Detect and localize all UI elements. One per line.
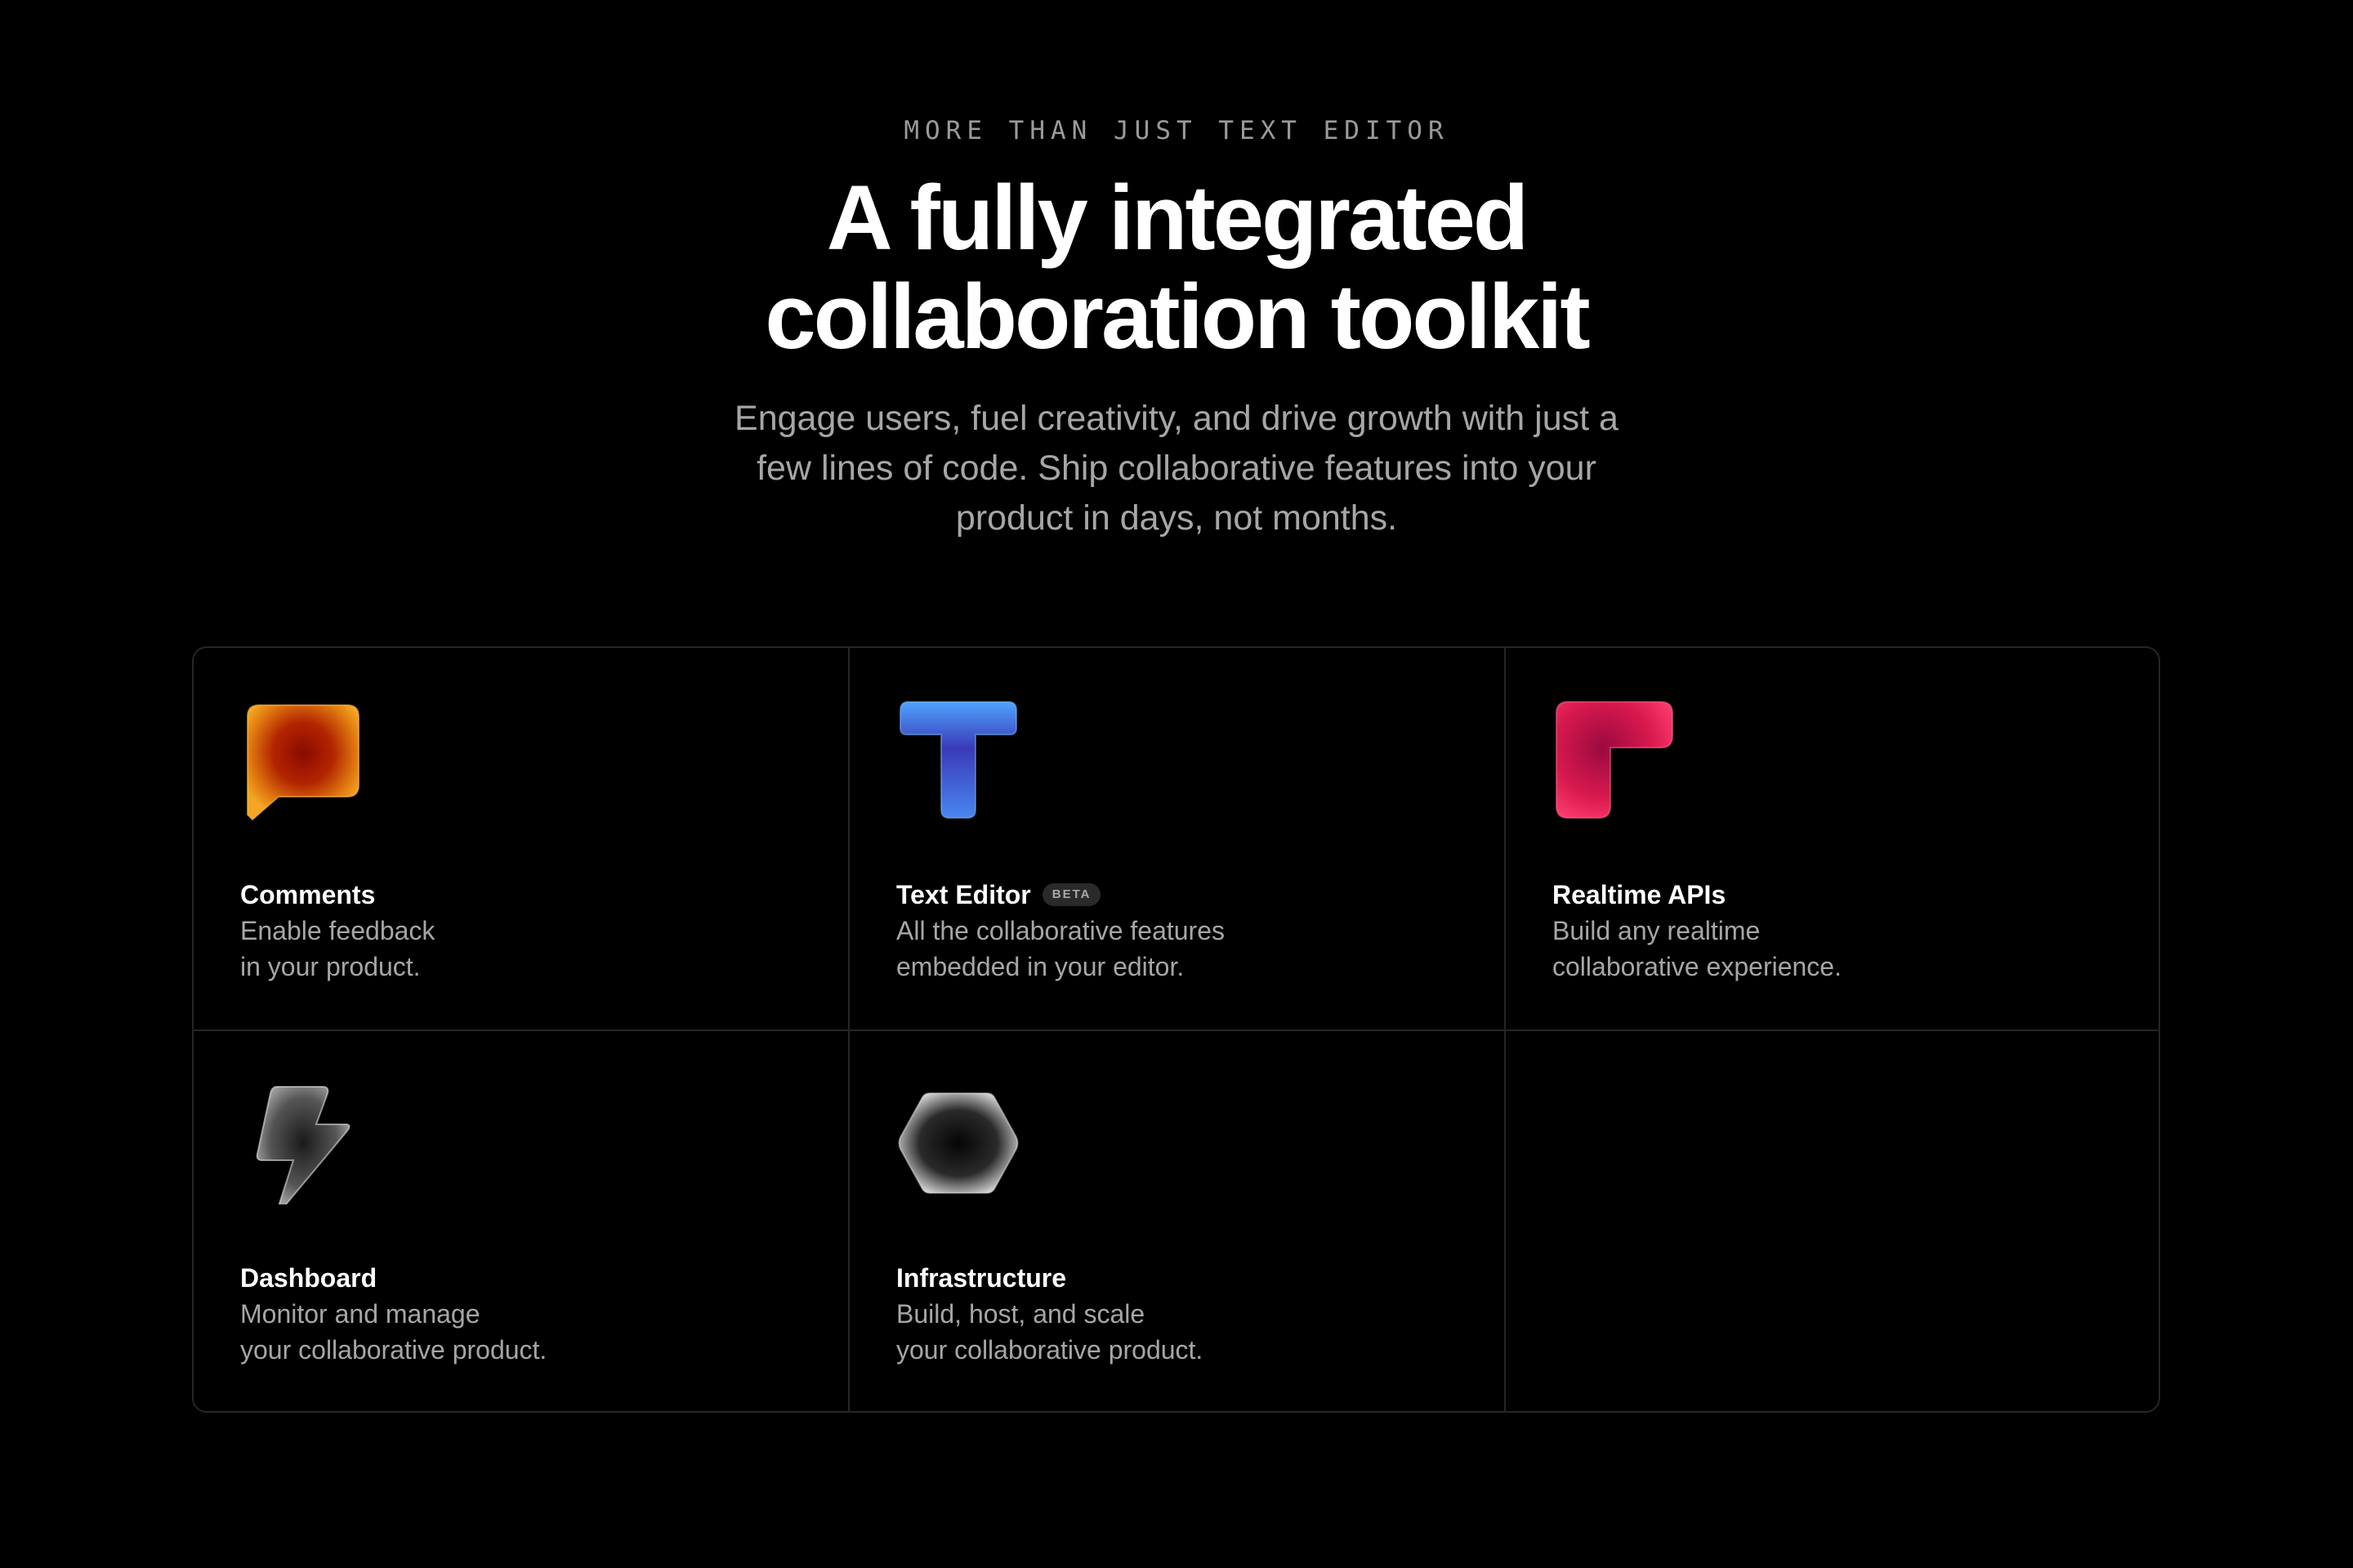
feature-card-text: Text Editor BETA All the collaborative f… [896, 877, 1468, 985]
hexagon-icon [897, 1082, 1020, 1204]
feature-card-text: Infrastructure Build, host, and scale yo… [896, 1260, 1468, 1368]
feature-title-text: Infrastructure [896, 1263, 1067, 1293]
feature-description-line-2: your collaborative product. [896, 1335, 1203, 1365]
page-subtitle-line-1: Engage users, fuel creativity, and drive… [734, 399, 1619, 438]
corner-bracket-icon [1553, 699, 1676, 821]
feature-title: Text Editor BETA [896, 877, 1468, 913]
feature-description-line-2: collaborative experience. [1552, 952, 1842, 981]
feature-description-line-1: Monitor and manage [240, 1299, 480, 1329]
feature-card-text-editor[interactable]: Text Editor BETA All the collaborative f… [850, 648, 1506, 1031]
lightning-bolt-icon [241, 1082, 364, 1204]
speech-bubble-icon [241, 699, 364, 821]
page-subtitle-line-2: few lines of code. Ship collaborative fe… [757, 449, 1596, 488]
feature-title-text: Realtime APIs [1552, 880, 1726, 909]
feature-description: Build, host, and scale your collaborativ… [896, 1296, 1468, 1368]
feature-card-text: Dashboard Monitor and manage your collab… [240, 1260, 812, 1368]
feature-description-line-1: All the collaborative features [896, 916, 1225, 945]
feature-card-infrastructure[interactable]: Infrastructure Build, host, and scale yo… [850, 1031, 1506, 1411]
feature-description: Build any realtime collaborative experie… [1552, 913, 2124, 985]
feature-card-dashboard[interactable]: Dashboard Monitor and manage your collab… [194, 1031, 850, 1411]
feature-title-text: Comments [240, 880, 376, 909]
feature-description: Monitor and manage your collaborative pr… [240, 1296, 812, 1368]
feature-grid: Comments Enable feedback in your product… [192, 646, 2160, 1413]
feature-title: Realtime APIs [1552, 877, 2124, 913]
page-title: A fully integrated collaboration toolkit [0, 168, 2353, 366]
page-title-line-1: A fully integrated [826, 167, 1529, 269]
feature-description-line-1: Build any realtime [1552, 916, 1761, 945]
feature-description-line-2: embedded in your editor. [896, 952, 1185, 981]
feature-title: Dashboard [240, 1260, 812, 1296]
feature-description-line-2: in your product. [240, 952, 421, 981]
empty-grid-cell [1506, 1031, 2159, 1411]
feature-description-line-1: Enable feedback [240, 916, 435, 945]
feature-title: Infrastructure [896, 1260, 1468, 1296]
letter-t-icon [897, 699, 1020, 821]
feature-description-line-2: your collaborative product. [240, 1335, 547, 1365]
feature-title-text: Text Editor [896, 880, 1031, 909]
feature-title: Comments [240, 877, 812, 913]
beta-badge: BETA [1042, 883, 1101, 906]
feature-card-comments[interactable]: Comments Enable feedback in your product… [194, 648, 850, 1031]
feature-card-realtime-apis[interactable]: Realtime APIs Build any realtime collabo… [1506, 648, 2159, 1031]
page-subtitle-line-3: product in days, not months. [955, 498, 1398, 538]
feature-description: Enable feedback in your product. [240, 913, 812, 985]
feature-title-text: Dashboard [240, 1263, 377, 1293]
feature-card-text: Realtime APIs Build any realtime collabo… [1552, 877, 2124, 985]
page-title-line-2: collaboration toolkit [765, 266, 1590, 368]
eyebrow-label: MORE THAN JUST TEXT EDITOR [904, 116, 1449, 145]
page-subtitle: Engage users, fuel creativity, and drive… [686, 394, 1667, 543]
feature-description-line-1: Build, host, and scale [896, 1299, 1145, 1329]
feature-description: All the collaborative features embedded … [896, 913, 1468, 985]
feature-card-text: Comments Enable feedback in your product… [240, 877, 812, 985]
